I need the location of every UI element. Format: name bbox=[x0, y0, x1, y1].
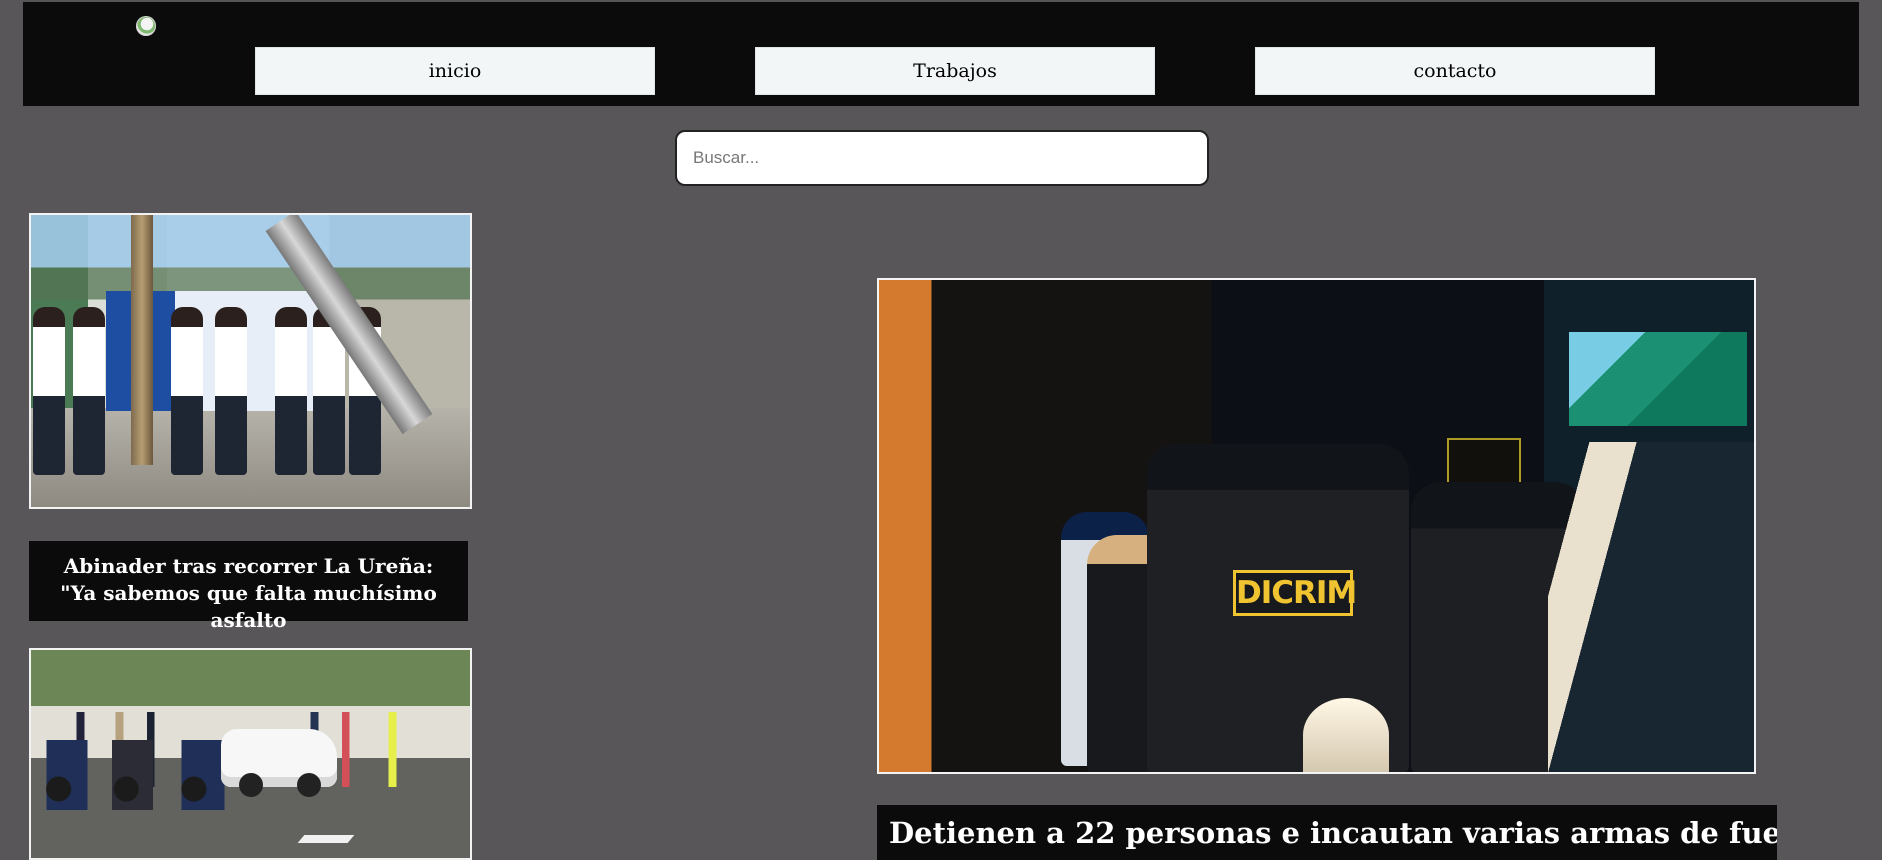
dicrim-vest-label: DICRIM bbox=[1233, 570, 1357, 616]
motorcycles-image bbox=[34, 740, 239, 810]
wheel-icon bbox=[239, 773, 263, 797]
nav-contacto-button[interactable]: contacto bbox=[1255, 47, 1655, 95]
search-input[interactable] bbox=[677, 132, 1207, 184]
person-image bbox=[215, 307, 247, 475]
story-headline-detention[interactable]: Detienen a 22 personas e incautan varias… bbox=[877, 805, 1777, 860]
search-box bbox=[675, 130, 1209, 186]
utility-pole-image bbox=[131, 215, 153, 465]
nav-inicio-button[interactable]: inicio bbox=[255, 47, 655, 95]
nav-trabajos-button[interactable]: Trabajos bbox=[755, 47, 1155, 95]
story-image-street-scene[interactable] bbox=[29, 648, 472, 860]
wheel-icon bbox=[297, 773, 321, 797]
vehicle-image bbox=[1548, 442, 1754, 772]
story-headline-abinader[interactable]: Abinader tras recorrer La Ureña: "Ya sab… bbox=[29, 541, 468, 632]
site-header: inicio Trabajos contacto bbox=[23, 2, 1859, 106]
person-image bbox=[275, 307, 307, 475]
person-image bbox=[73, 307, 105, 475]
story-image-abinader[interactable] bbox=[29, 213, 472, 509]
person-image bbox=[33, 307, 65, 475]
headlight-image bbox=[1303, 698, 1389, 772]
story-image-detention[interactable]: DICRIM bbox=[877, 278, 1756, 774]
bright-screen-image bbox=[1569, 332, 1747, 426]
road-marking-image bbox=[297, 835, 355, 843]
site-logo-icon[interactable] bbox=[136, 16, 156, 36]
person-image bbox=[171, 307, 203, 475]
white-car-image bbox=[221, 729, 337, 797]
